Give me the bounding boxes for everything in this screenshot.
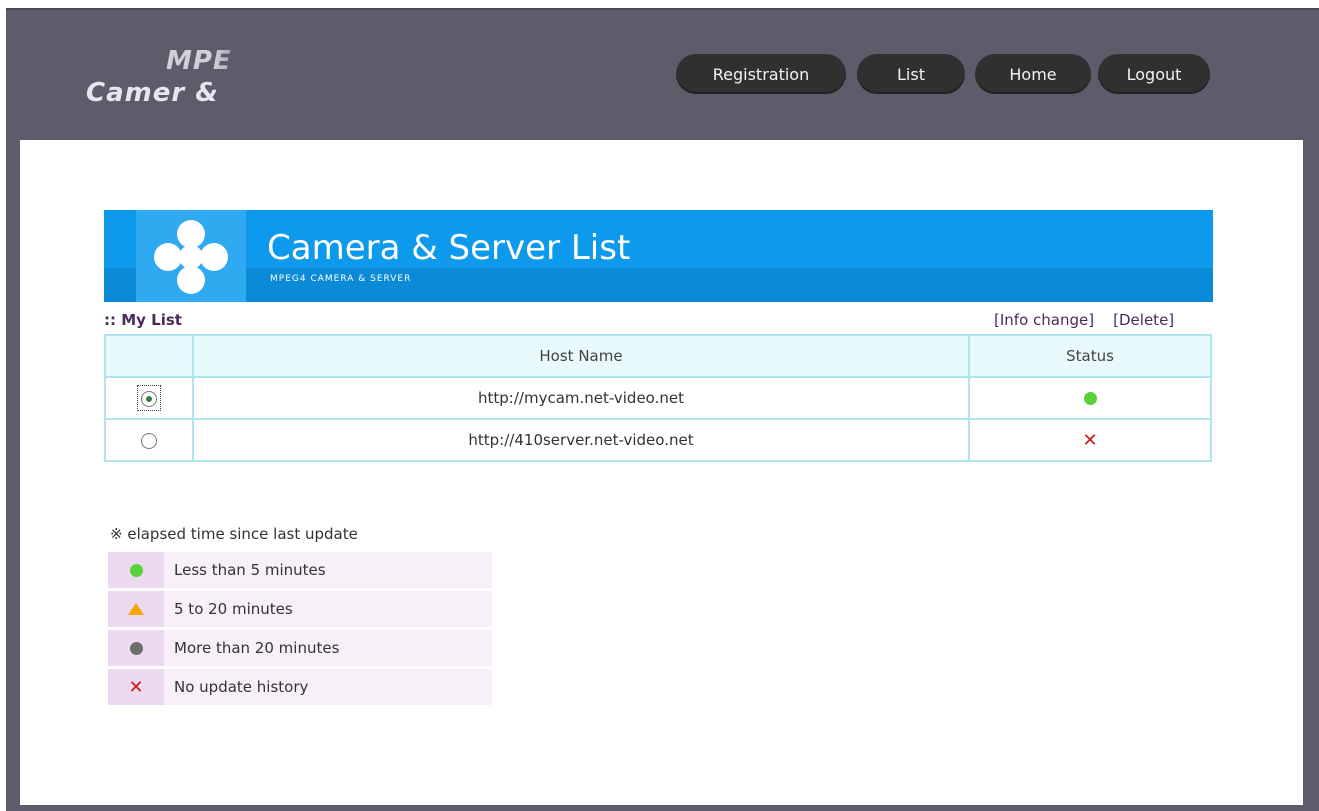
page-banner: Camera & Server List MPEG4 CAMERA & SERV… [104,210,1213,302]
legend-item: ✕ No update history [108,669,492,705]
red-x-icon: ✕ [128,676,144,698]
row-radio-button[interactable] [141,432,157,449]
delete-link[interactable]: [Delete] [1113,311,1174,329]
host-name-cell: http://mycam.net-video.net [192,376,970,420]
status-cell: ✕ [968,418,1212,462]
table-row[interactable]: http://mycam.net-video.net [104,376,1212,420]
orange-triangle-icon [128,603,144,615]
list-actions: [Info change] [Delete] [994,311,1174,329]
legend-item: 5 to 20 minutes [108,591,492,627]
status-legend: Less than 5 minutes 5 to 20 minutes More… [108,552,492,708]
info-change-link[interactable]: [Info change] [994,311,1094,329]
page-subtitle: MPEG4 CAMERA & SERVER [270,274,412,284]
legend-item-label: Less than 5 minutes [174,561,326,579]
my-list-heading: :: My List [104,311,182,329]
page-title: Camera & Server List [267,228,631,268]
legend-item-label: More than 20 minutes [174,639,340,657]
status-cell [968,376,1212,420]
legend-item: More than 20 minutes [108,630,492,666]
logo-line-2: Camer & [86,78,219,108]
legend-item: Less than 5 minutes [108,552,492,588]
table-header-row: Host Name Status [104,334,1212,378]
row-radio-button[interactable] [141,390,157,407]
host-name-column-header: Host Name [192,334,970,378]
red-x-icon: ✕ [1082,429,1098,451]
green-dot-icon [129,563,143,577]
camera-server-table: Host Name Status http://mycam.net-video.… [104,334,1212,462]
legend-item-label: 5 to 20 minutes [174,600,293,618]
registration-button[interactable]: Registration [676,54,846,94]
host-name-cell: http://410server.net-video.net [192,418,970,462]
row-select-cell [104,418,194,462]
select-column-header [104,334,194,378]
status-column-header: Status [968,334,1212,378]
legend-item-label: No update history [174,678,309,696]
green-dot-icon [1083,392,1097,405]
flower-icon [154,220,228,294]
table-row[interactable]: http://410server.net-video.net ✕ [104,418,1212,462]
gray-dot-icon [129,641,143,655]
legend-title: ※ elapsed time since last update [110,525,358,543]
row-select-cell [104,376,194,420]
home-button[interactable]: Home [975,54,1091,94]
banner-icon-box [136,210,246,302]
logout-button[interactable]: Logout [1098,54,1210,94]
header-curve [20,140,1303,190]
list-button[interactable]: List [857,54,965,94]
